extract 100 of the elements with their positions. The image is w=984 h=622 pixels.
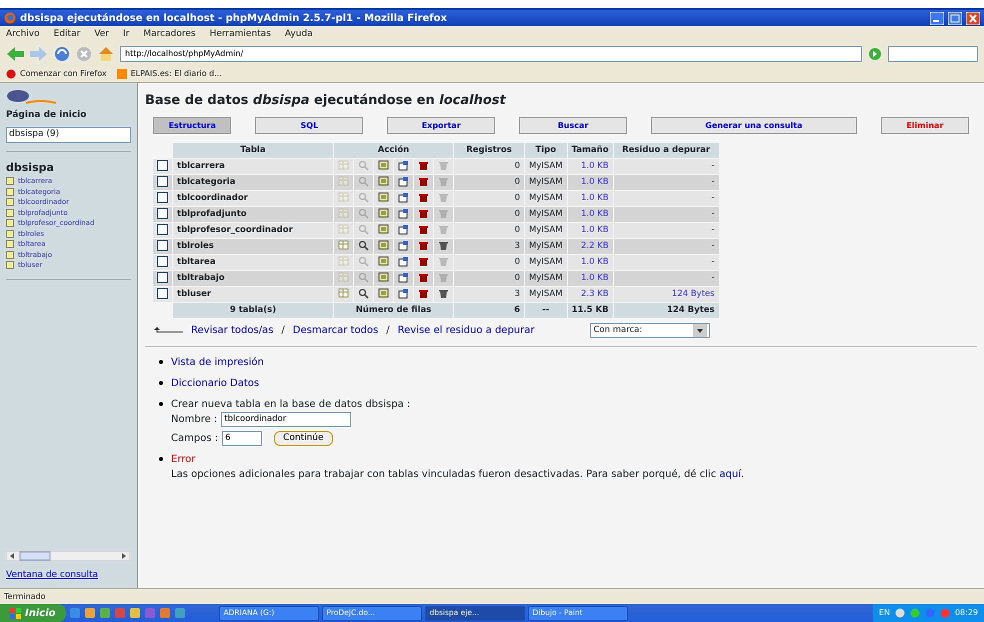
menu-item[interactable]: Herramientas	[210, 28, 271, 42]
tab[interactable]: SQL	[255, 116, 364, 134]
app-icon[interactable]	[84, 607, 96, 619]
trash-icon[interactable]	[418, 256, 429, 267]
grid-icon[interactable]	[338, 240, 349, 251]
row-checkbox[interactable]	[157, 176, 168, 187]
back-arrow-icon[interactable]	[6, 46, 24, 62]
close-button[interactable]	[966, 12, 980, 24]
tab[interactable]: Generar una consulta	[650, 116, 857, 134]
note-icon[interactable]	[378, 256, 389, 267]
window-icon[interactable]	[398, 192, 409, 203]
row-checkbox[interactable]	[157, 288, 168, 299]
help-link[interactable]: aquí	[719, 469, 741, 480]
table-size[interactable]: 2.3 KB	[568, 286, 613, 302]
horizontal-scrollbar[interactable]	[6, 550, 130, 560]
fields-field[interactable]: 6	[222, 430, 262, 446]
note-icon[interactable]	[378, 288, 389, 299]
start-button[interactable]: Inicio	[0, 604, 66, 622]
note-icon[interactable]	[378, 224, 389, 235]
table-size[interactable]: 1.0 KB	[568, 206, 613, 222]
tray-icon[interactable]	[910, 608, 920, 618]
grid-icon[interactable]	[338, 288, 349, 299]
table-size[interactable]: 1.0 KB	[568, 158, 613, 174]
tray-icon[interactable]	[894, 608, 905, 618]
menu-item[interactable]: Marcadores	[143, 28, 196, 42]
menu-item[interactable]: Ayuda	[284, 28, 313, 42]
app-icon[interactable]	[128, 607, 140, 619]
table-size[interactable]: 2.2 KB	[568, 238, 613, 254]
tab[interactable]: Exportar	[387, 116, 496, 134]
table-size[interactable]: 1.0 KB	[568, 190, 613, 206]
trash-icon[interactable]	[418, 160, 429, 171]
minimize-button[interactable]	[930, 12, 944, 24]
note-icon[interactable]	[378, 208, 389, 219]
bookmark-link[interactable]: Comenzar con Firefox	[6, 68, 107, 80]
stop-icon[interactable]	[76, 46, 92, 62]
home-link[interactable]: Página de inicio	[6, 109, 131, 122]
trash-icon[interactable]	[418, 192, 429, 203]
app-icon[interactable]	[158, 607, 170, 619]
select-link[interactable]: Desmarcar todos	[292, 322, 378, 338]
address-field[interactable]: http://localhost/phpMyAdmin/	[120, 46, 862, 62]
select-link[interactable]: Revisar todos/as	[191, 322, 274, 338]
trash-icon[interactable]	[418, 176, 429, 187]
row-checkbox[interactable]	[157, 256, 168, 267]
trash-icon[interactable]	[418, 224, 429, 235]
note-icon[interactable]	[378, 272, 389, 283]
row-checkbox[interactable]	[157, 224, 168, 235]
with-selected-select[interactable]: Con marca:	[590, 322, 710, 338]
menu-item[interactable]: Editar	[54, 28, 80, 42]
database-select[interactable]: dbsispa (9)	[6, 126, 131, 142]
window-icon[interactable]	[398, 208, 409, 219]
window-icon[interactable]	[398, 240, 409, 251]
window-icon[interactable]	[398, 224, 409, 235]
page-link[interactable]: Diccionario Datos	[171, 378, 260, 388]
window-icon[interactable]	[398, 256, 409, 267]
trash-icon[interactable]	[418, 272, 429, 283]
note-icon[interactable]	[378, 176, 389, 187]
tab[interactable]: Estructura	[153, 116, 232, 134]
home-icon[interactable]	[98, 46, 114, 62]
name-field[interactable]: tblcoordinador	[221, 412, 352, 426]
row-checkbox[interactable]	[157, 160, 168, 171]
window-icon[interactable]	[398, 272, 409, 283]
trash-icon[interactable]	[418, 208, 429, 219]
window-icon[interactable]	[398, 160, 409, 171]
select-link[interactable]: Revise el residuo a depurar	[398, 322, 534, 338]
row-checkbox[interactable]	[157, 192, 168, 203]
note-icon[interactable]	[378, 160, 389, 171]
query-window-link[interactable]: Ventana de consulta	[6, 568, 131, 582]
menu-item[interactable]: Ir	[123, 28, 130, 42]
menu-item[interactable]: Ver	[94, 28, 110, 42]
go-icon[interactable]	[868, 47, 882, 61]
maximize-button[interactable]	[948, 12, 962, 24]
app-icon[interactable]	[98, 607, 110, 619]
bin-icon[interactable]	[438, 288, 449, 299]
trash-icon[interactable]	[418, 288, 429, 299]
menu-item[interactable]: Archivo	[6, 28, 40, 42]
continue-button[interactable]: Continúe	[274, 430, 333, 446]
window-icon[interactable]	[398, 176, 409, 187]
table-size[interactable]: 1.0 KB	[568, 174, 613, 190]
bookmark-link[interactable]: ELPAIS.es: El diario d...	[116, 68, 222, 80]
search-field[interactable]	[888, 46, 978, 62]
row-checkbox[interactable]	[157, 208, 168, 219]
table-size[interactable]: 1.0 KB	[568, 254, 613, 270]
reload-icon[interactable]	[54, 46, 70, 62]
note-icon[interactable]	[378, 192, 389, 203]
row-checkbox[interactable]	[157, 272, 168, 283]
window-icon[interactable]	[398, 288, 409, 299]
logo-icon[interactable]	[6, 89, 58, 105]
row-checkbox[interactable]	[157, 240, 168, 251]
bin-icon[interactable]	[438, 240, 449, 251]
trash-icon[interactable]	[418, 240, 429, 251]
app-icon[interactable]	[68, 607, 80, 619]
app-icon[interactable]	[174, 607, 186, 619]
search-icon[interactable]	[358, 288, 369, 299]
note-icon[interactable]	[378, 240, 389, 251]
overhead-value[interactable]: 124 Bytes	[614, 286, 719, 302]
page-link[interactable]: Vista de impresión	[171, 356, 264, 368]
table-size[interactable]: 1.0 KB	[568, 270, 613, 286]
search-icon[interactable]	[358, 240, 369, 251]
table-size[interactable]: 1.0 KB	[568, 222, 613, 238]
tab[interactable]: Buscar	[519, 116, 627, 134]
